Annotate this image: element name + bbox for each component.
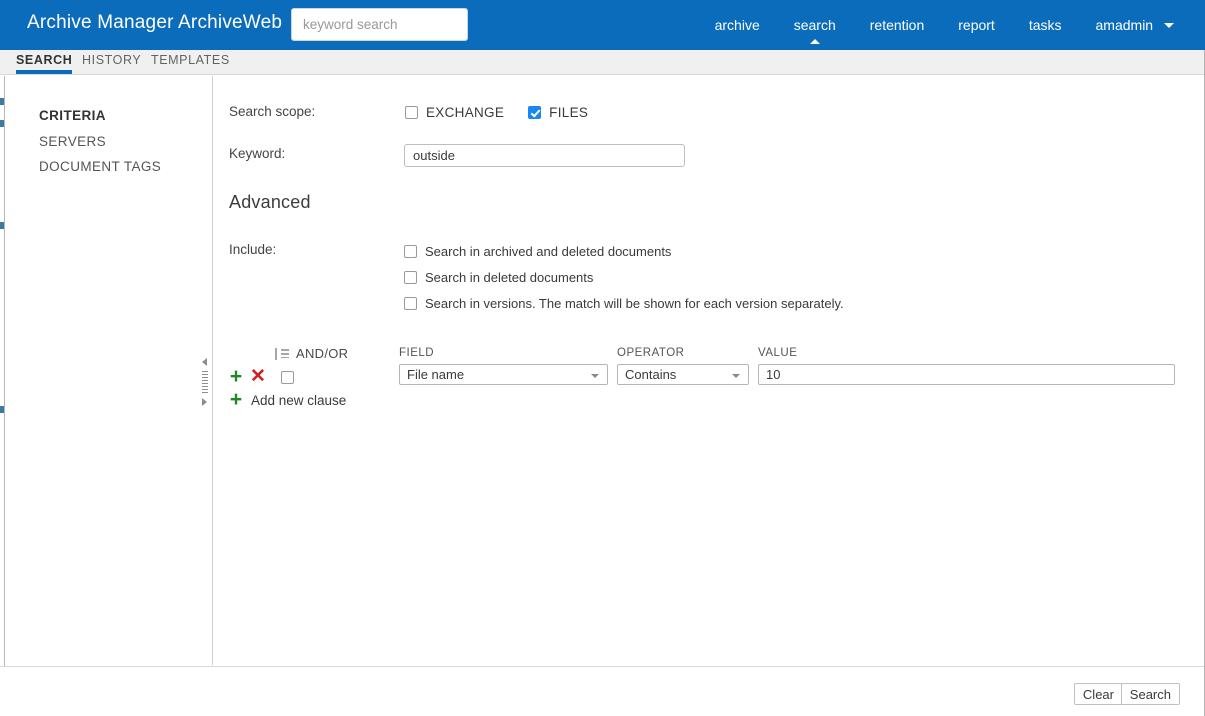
rail-mark xyxy=(0,222,4,229)
nav-item-retention-label: retention xyxy=(869,17,925,33)
remove-clause-icon[interactable]: ✕ xyxy=(247,367,269,386)
value-input[interactable] xyxy=(758,364,1175,385)
nav-item-retention[interactable]: retention xyxy=(853,0,941,50)
checkbox-clause-select[interactable] xyxy=(281,370,294,384)
add-new-clause-button[interactable]: + Add new clause xyxy=(225,388,347,411)
nav-item-user-menu-label: amadmin xyxy=(1095,17,1154,33)
rail-mark xyxy=(0,406,4,413)
include-option-deleted-label: Search in deleted documents xyxy=(425,270,594,285)
search-scope-label: Search scope: xyxy=(229,104,316,119)
add-clause-inline-icon[interactable]: + xyxy=(225,366,247,387)
plus-icon: + xyxy=(229,388,243,411)
nav-item-archive[interactable]: archive xyxy=(698,0,777,50)
footer-action-bar: Clear Search xyxy=(0,666,1204,716)
sidebar-item-servers[interactable]: SERVERS xyxy=(39,134,106,149)
add-new-clause-label: Add new clause xyxy=(251,392,347,408)
include-option-versions[interactable]: Search in versions. The match will be sh… xyxy=(404,296,844,311)
search-scope-options: EXCHANGE FILES xyxy=(405,105,588,120)
column-header-operator: OPERATOR xyxy=(617,347,685,359)
chevron-down-icon xyxy=(1164,22,1174,28)
field-select-value: File name xyxy=(407,367,465,382)
search-criteria-form: Search scope: EXCHANGE FILES Keyword: Ad… xyxy=(202,76,1204,716)
left-edge-scroll-rail[interactable] xyxy=(0,76,5,716)
nav-item-user-menu[interactable]: amadmin xyxy=(1079,0,1191,50)
nav-item-report-label: report xyxy=(958,17,995,33)
tab-templates[interactable]: TEMPLATES xyxy=(151,53,230,72)
grip-icon[interactable] xyxy=(202,371,208,393)
operator-select[interactable]: Contains xyxy=(617,364,749,385)
search-button[interactable]: Search xyxy=(1120,683,1180,705)
tab-history[interactable]: HISTORY xyxy=(82,53,141,72)
nav-item-archive-label: archive xyxy=(714,17,760,33)
rail-mark xyxy=(0,120,4,127)
sidebar-item-document-tags[interactable]: DOCUMENT TAGS xyxy=(39,159,161,174)
app-header: Archive Manager ArchiveWeb archive searc… xyxy=(0,0,1205,50)
nav-item-report[interactable]: report xyxy=(941,0,1012,50)
checkbox-versions[interactable] xyxy=(404,297,417,310)
chevron-left-icon[interactable] xyxy=(202,358,207,366)
clear-button[interactable]: Clear xyxy=(1073,683,1123,705)
nav-item-search-label: search xyxy=(793,17,836,33)
include-option-versions-label: Search in versions. The match will be sh… xyxy=(425,296,844,311)
sidebar-item-criteria[interactable]: CRITERIA xyxy=(39,108,106,123)
clause-andor-header-label: AND/OR xyxy=(296,346,349,361)
checkbox-files[interactable] xyxy=(528,106,542,119)
include-option-archived-deleted-label: Search in archived and deleted documents xyxy=(425,244,672,259)
clause-row-actions: + ✕ xyxy=(225,366,294,387)
rail-mark xyxy=(0,98,4,105)
clause-andor-header: AND/OR xyxy=(275,346,348,361)
chevron-down-icon xyxy=(732,374,740,378)
header-search-wrapper xyxy=(291,8,468,41)
tab-search[interactable]: SEARCH xyxy=(16,53,73,74)
column-header-value: VALUE xyxy=(758,347,798,359)
nav-item-search[interactable]: search xyxy=(777,0,853,50)
column-header-field: FIELD xyxy=(399,347,435,359)
header-keyword-search-input[interactable] xyxy=(291,8,468,41)
panel-splitter-handle[interactable] xyxy=(200,358,211,406)
nav-item-tasks-label: tasks xyxy=(1028,17,1062,33)
checkbox-exchange-label[interactable]: EXCHANGE xyxy=(426,105,504,120)
chevron-down-icon xyxy=(591,374,599,378)
advanced-section-heading: Advanced xyxy=(229,192,311,212)
field-select[interactable]: File name xyxy=(399,364,608,385)
chevron-right-icon[interactable] xyxy=(202,398,207,406)
include-label: Include: xyxy=(229,242,277,257)
checkbox-deleted[interactable] xyxy=(404,271,417,284)
criteria-sidebar: CRITERIA SERVERS DOCUMENT TAGS xyxy=(6,76,212,666)
tab-strip: SEARCH HISTORY TEMPLATES xyxy=(0,50,1205,75)
keyword-input[interactable] xyxy=(404,144,685,167)
include-option-archived-deleted[interactable]: Search in archived and deleted documents xyxy=(404,244,671,259)
checkbox-files-label[interactable]: FILES xyxy=(549,105,588,120)
checkbox-archived-deleted[interactable] xyxy=(404,245,417,258)
checkbox-exchange[interactable] xyxy=(405,106,418,119)
app-title: Archive Manager ArchiveWeb xyxy=(27,12,283,33)
list-group-icon xyxy=(275,347,289,360)
operator-select-value: Contains xyxy=(625,367,677,382)
header-nav: archive search retention report tasks am… xyxy=(698,0,1191,50)
include-option-deleted[interactable]: Search in deleted documents xyxy=(404,270,593,285)
keyword-label: Keyword: xyxy=(229,146,286,161)
nav-item-tasks[interactable]: tasks xyxy=(1012,0,1079,50)
